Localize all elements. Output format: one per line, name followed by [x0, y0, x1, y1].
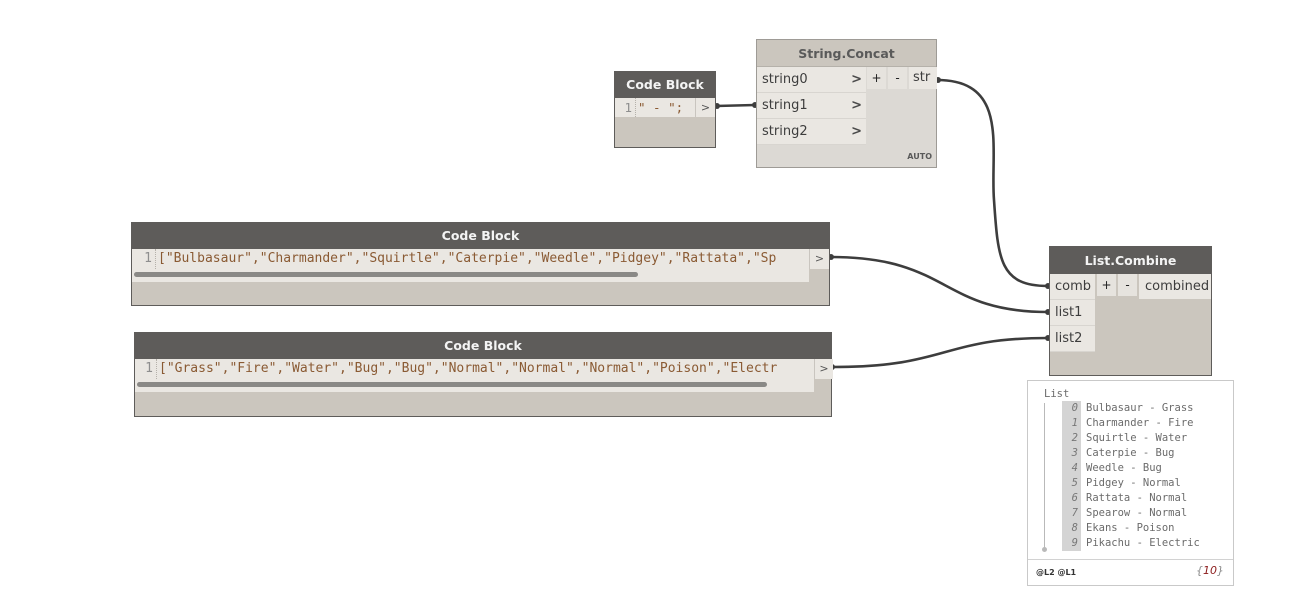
code-text: " - "; — [638, 100, 684, 115]
lacing-indicator[interactable]: AUTO — [907, 152, 932, 161]
code-editor[interactable]: 1 " - "; — [615, 98, 695, 117]
item-index: 8 — [1062, 521, 1081, 536]
preview-bubble[interactable]: List 0 Bulbasaur - Grass 1 Charmander - Fi… — [1027, 380, 1234, 586]
item-value: Squirtle - Water — [1086, 432, 1188, 444]
item-value: Rattata - Normal — [1086, 492, 1188, 504]
list-item: 9 Pikachu - Electric — [1062, 536, 1200, 551]
port-label: string1 — [762, 98, 808, 113]
item-index: 1 — [1062, 416, 1081, 431]
count-brace-close: } — [1217, 564, 1224, 577]
count-brace-open: { — [1196, 564, 1203, 577]
item-index: 2 — [1062, 431, 1081, 446]
item-value: Pikachu - Electric — [1086, 537, 1200, 549]
list-item: 6 Rattata - Normal — [1062, 491, 1187, 506]
list-item: 3 Caterpie - Bug — [1062, 446, 1175, 461]
list-combine-node[interactable]: List.Combine comb list1 list2 + - combin… — [1049, 246, 1212, 376]
input-port-list2[interactable]: list2 — [1050, 326, 1095, 352]
item-index: 5 — [1062, 476, 1081, 491]
wire-str-to-comb[interactable] — [936, 78, 1049, 288]
item-index: 0 — [1062, 401, 1081, 416]
wire-names-to-list1[interactable] — [830, 255, 1049, 314]
code-editor[interactable]: 1 ["Bulbasaur","Charmander","Squirtle","C… — [132, 249, 809, 269]
node-title: String.Concat — [757, 40, 936, 67]
horizontal-scrollbar-thumb[interactable] — [137, 382, 767, 387]
list-item: 4 Weedle - Bug — [1062, 461, 1162, 476]
string-concat-node[interactable]: String.Concat string0 > string1 > string… — [756, 39, 937, 168]
node-title: Code Block — [615, 72, 715, 98]
separator-code-block-node[interactable]: Code Block 1 " - "; > — [614, 71, 716, 148]
input-port-string2[interactable]: string2 > — [757, 119, 866, 145]
input-port-list1[interactable]: list1 — [1050, 300, 1095, 326]
output-port-button[interactable]: > — [814, 359, 833, 379]
code-editor[interactable]: 1 ["Grass","Fire","Water","Bug","Bug","No… — [135, 359, 814, 379]
remove-input-button[interactable]: - — [888, 67, 907, 89]
line-number: 1 — [135, 359, 157, 379]
item-index: 9 — [1062, 536, 1081, 551]
remove-input-button[interactable]: - — [1118, 274, 1137, 296]
count-value: 10 — [1203, 564, 1217, 577]
node-title: Code Block — [132, 223, 829, 249]
tree-end-dot — [1042, 547, 1047, 552]
item-index: 4 — [1062, 461, 1081, 476]
wire-types-to-list2[interactable] — [831, 336, 1049, 369]
list-item: 5 Pidgey - Normal — [1062, 476, 1181, 491]
list-item: 7 Spearow - Normal — [1062, 506, 1187, 521]
types-code-block-node[interactable]: Code Block 1 ["Grass","Fire","Water","Bug… — [134, 332, 833, 417]
node-title: Code Block — [135, 333, 831, 359]
item-value: Pidgey - Normal — [1086, 477, 1181, 489]
node-title: List.Combine — [1050, 247, 1211, 274]
footer-divider — [1028, 559, 1233, 560]
list-item: 8 Ekans - Poison — [1062, 521, 1175, 536]
item-index: 7 — [1062, 506, 1081, 521]
item-count: {10} — [1196, 564, 1224, 577]
list-title: List — [1044, 388, 1070, 400]
list-item: 0 Bulbasaur - Grass — [1062, 401, 1193, 416]
code-text: ["Grass","Fire","Water","Bug","Bug","Nor… — [159, 361, 778, 376]
item-value: Charmander - Fire — [1086, 417, 1194, 429]
input-port-string1[interactable]: string1 > — [757, 93, 866, 119]
list-item: 2 Squirtle - Water — [1062, 431, 1187, 446]
port-label: combined — [1145, 279, 1210, 294]
list-item: 1 Charmander - Fire — [1062, 416, 1193, 431]
output-port-button[interactable]: > — [809, 249, 829, 269]
output-port-combined[interactable]: combined — [1139, 274, 1211, 299]
port-label: string0 — [762, 72, 808, 87]
item-value: Ekans - Poison — [1086, 522, 1175, 534]
code-text: ["Bulbasaur","Charmander","Squirtle","Ca… — [158, 251, 777, 266]
item-index: 6 — [1062, 491, 1081, 506]
output-port-button[interactable]: > — [695, 98, 715, 117]
port-label: list1 — [1055, 305, 1083, 320]
names-code-block-node[interactable]: Code Block 1 ["Bulbasaur","Charmander","S… — [131, 222, 830, 306]
chevron-right-icon: > — [851, 72, 862, 87]
item-value: Bulbasaur - Grass — [1086, 402, 1194, 414]
item-value: Spearow - Normal — [1086, 507, 1188, 519]
list-levels[interactable]: @L2 @L1 — [1036, 568, 1076, 577]
port-label: string2 — [762, 124, 808, 139]
wire-separator-to-string1[interactable] — [715, 103, 756, 108]
input-port-string0[interactable]: string0 > — [757, 67, 866, 93]
input-port-comb[interactable]: comb — [1050, 274, 1095, 300]
item-value: Weedle - Bug — [1086, 462, 1162, 474]
port-label: comb — [1055, 279, 1092, 294]
add-input-button[interactable]: + — [1097, 274, 1116, 296]
chevron-right-icon: > — [851, 124, 862, 139]
line-number: 1 — [132, 249, 156, 269]
add-input-button[interactable]: + — [867, 67, 886, 89]
output-port-str[interactable]: str — [909, 67, 937, 89]
port-label: str — [913, 70, 931, 85]
tree-line — [1044, 403, 1045, 551]
port-label: list2 — [1055, 331, 1083, 346]
line-number: 1 — [615, 98, 636, 117]
horizontal-scrollbar-thumb[interactable] — [134, 272, 638, 277]
item-index: 3 — [1062, 446, 1081, 461]
chevron-right-icon: > — [851, 98, 862, 113]
item-value: Caterpie - Bug — [1086, 447, 1175, 459]
